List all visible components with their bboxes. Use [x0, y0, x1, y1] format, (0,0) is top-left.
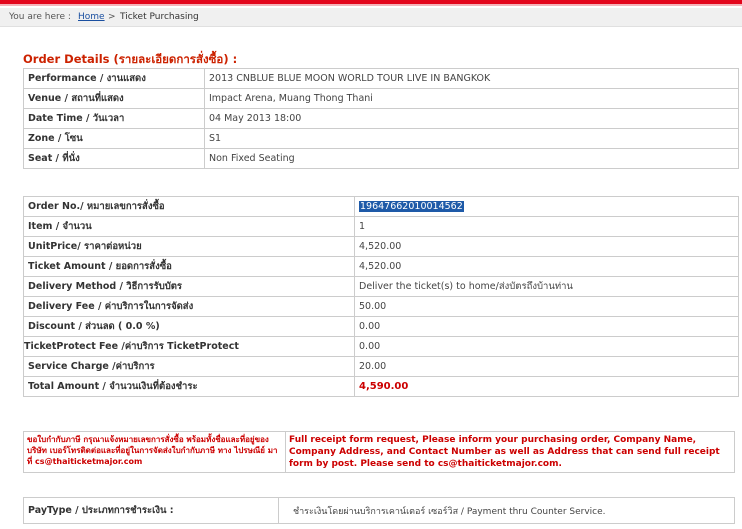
unit-price-label: UnitPrice/ ราคาต่อหน่วย: [23, 236, 355, 257]
discount-value: 0.00: [354, 316, 739, 337]
receipt-notice-english: Full receipt form request, Please inform…: [285, 431, 735, 473]
table-row: Seat / ที่นั่ง Non Fixed Seating: [23, 148, 739, 169]
zone-label: Zone / โซน: [23, 128, 205, 149]
delivery-method-label: Delivery Method / วิธีการรับบัตร: [23, 276, 355, 297]
venue-value: Impact Arena, Muang Thong Thani: [204, 88, 739, 109]
breadcrumb-home-link[interactable]: Home: [78, 12, 105, 22]
table-row: UnitPrice/ ราคาต่อหน่วย 4,520.00: [23, 236, 739, 257]
paytype-table: PayType / ประเภทการชำระเงิน : ชำระเงินโด…: [23, 497, 735, 524]
table-row: Delivery Method / วิธีการรับบัตร Deliver…: [23, 276, 739, 297]
delivery-fee-label: Delivery Fee / ค่าบริการในการจัดส่ง: [23, 296, 355, 317]
venue-label: Venue / สถานที่แสดง: [23, 88, 205, 109]
seat-value: Non Fixed Seating: [204, 148, 739, 169]
date-time-value: 04 May 2013 18:00: [204, 108, 739, 129]
breadcrumb-current: Ticket Purchasing: [120, 12, 199, 22]
ticket-amount-value: 4,520.00: [354, 256, 739, 277]
order-details-heading: Order Details (รายละเอียดการสั่งซื้อ) :: [23, 52, 238, 66]
total-amount-value: 4,590.00: [359, 381, 409, 392]
discount-label: Discount / ส่วนลด ( 0.0 %): [23, 316, 355, 337]
total-amount-label: Total Amount / จำนวนเงินที่ต้องชำระ: [23, 376, 355, 397]
delivery-fee-value: 50.00: [354, 296, 739, 317]
seat-label: Seat / ที่นั่ง: [23, 148, 205, 169]
date-time-label: Date Time / วันเวลา: [23, 108, 205, 129]
breadcrumb-prefix: You are here :: [9, 12, 71, 22]
item-value: 1: [354, 216, 739, 237]
service-charge-label: Service Charge /ค่าบริการ: [23, 356, 355, 377]
order-summary-table: Order No./ หมายเลขการสั่งซื้อ 1964766201…: [23, 196, 739, 397]
table-row: Performance / งานแสดง 2013 CNBLUE BLUE M…: [23, 68, 739, 89]
receipt-notice-thai: ขอใบกำกับภาษี กรุณาแจ้งหมายเลขการสั่งซื้…: [23, 431, 286, 473]
table-row: Delivery Fee / ค่าบริการในการจัดส่ง 50.0…: [23, 296, 739, 317]
paytype-label: PayType / ประเภทการชำระเงิน :: [23, 497, 279, 524]
paytype-value: ชำระเงินโดยผ่านบริการเคาน์เตอร์ เซอร์วิส…: [278, 497, 735, 524]
breadcrumb: You are here : Home > Ticket Purchasing: [0, 8, 742, 27]
table-row: Date Time / วันเวลา 04 May 2013 18:00: [23, 108, 739, 129]
table-row: PayType / ประเภทการชำระเงิน : ชำระเงินโด…: [23, 497, 735, 524]
performance-value: 2013 CNBLUE BLUE MOON WORLD TOUR LIVE IN…: [204, 68, 739, 89]
order-no-value[interactable]: 19647662010014562: [359, 201, 464, 212]
ticket-amount-label: Ticket Amount / ยอดการสั่งซื้อ: [23, 256, 355, 277]
performance-label: Performance / งานแสดง: [23, 68, 205, 89]
order-no-label: Order No./ หมายเลขการสั่งซื้อ: [23, 196, 355, 217]
table-row: Venue / สถานที่แสดง Impact Arena, Muang …: [23, 88, 739, 109]
breadcrumb-separator: >: [108, 12, 116, 22]
service-charge-value: 20.00: [354, 356, 739, 377]
delivery-method-value: Deliver the ticket(s) to home/ส่งบัตรถึง…: [354, 276, 739, 297]
performance-details-table: Performance / งานแสดง 2013 CNBLUE BLUE M…: [23, 68, 739, 169]
table-row: TicketProtect Fee /ค่าบริการ TicketProte…: [23, 336, 739, 357]
receipt-notice-table: ขอใบกำกับภาษี กรุณาแจ้งหมายเลขการสั่งซื้…: [23, 431, 735, 473]
table-row: Ticket Amount / ยอดการสั่งซื้อ 4,520.00: [23, 256, 739, 277]
table-row: ขอใบกำกับภาษี กรุณาแจ้งหมายเลขการสั่งซื้…: [23, 431, 735, 473]
table-row: Discount / ส่วนลด ( 0.0 %) 0.00: [23, 316, 739, 337]
ticket-protect-label: TicketProtect Fee /ค่าบริการ TicketProte…: [23, 336, 355, 357]
zone-value: S1: [204, 128, 739, 149]
unit-price-value: 4,520.00: [354, 236, 739, 257]
top-accent-bar-light: [0, 4, 742, 6]
table-row: Item / จำนวน 1: [23, 216, 739, 237]
table-row: Total Amount / จำนวนเงินที่ต้องชำระ 4,59…: [23, 376, 739, 397]
ticket-protect-value: 0.00: [354, 336, 739, 357]
table-row: Zone / โซน S1: [23, 128, 739, 149]
table-row: Service Charge /ค่าบริการ 20.00: [23, 356, 739, 377]
table-row: Order No./ หมายเลขการสั่งซื้อ 1964766201…: [23, 196, 739, 217]
item-label: Item / จำนวน: [23, 216, 355, 237]
